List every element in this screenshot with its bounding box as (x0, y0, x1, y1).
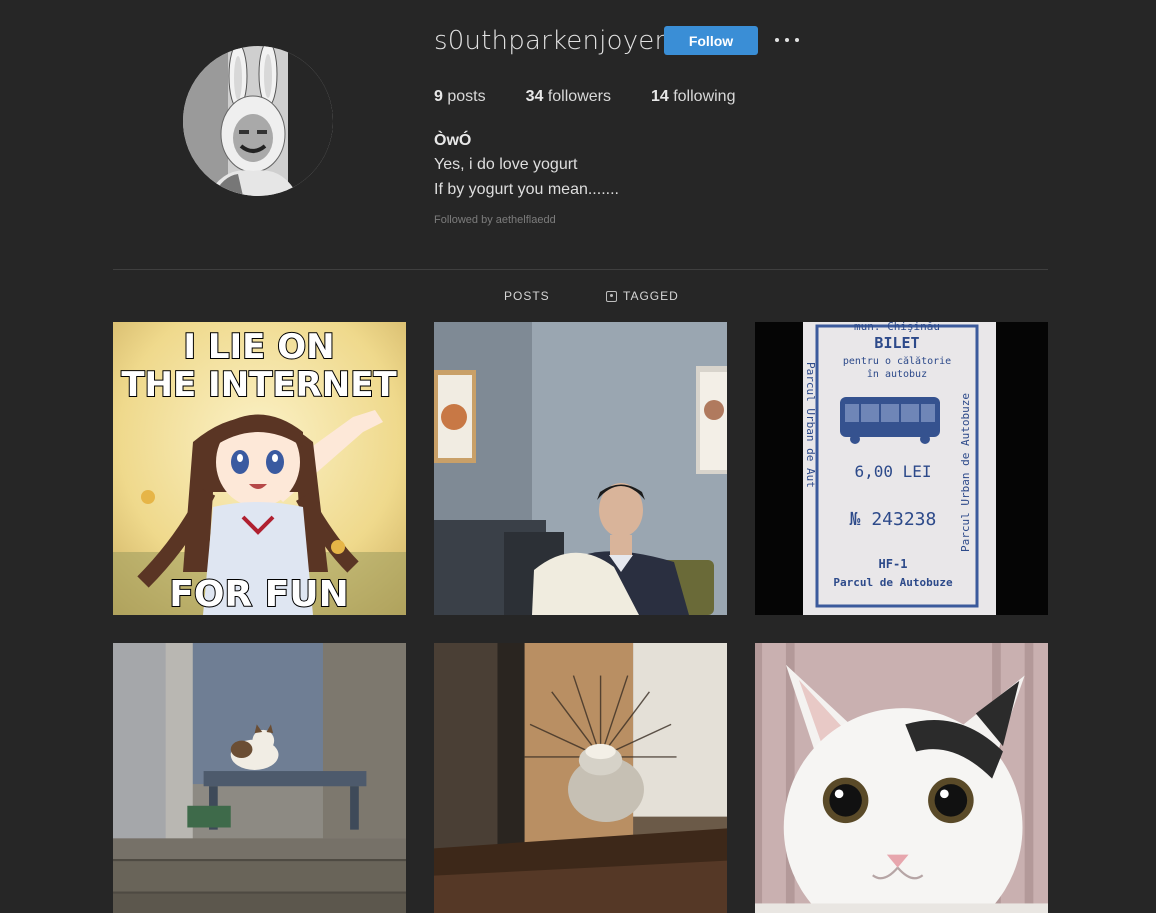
meme-top-text: THE INTERNET (121, 365, 397, 405)
bio-line: If by yogurt you mean....... (434, 181, 619, 198)
following-label: following (668, 88, 736, 105)
dot-icon (795, 38, 799, 42)
follow-button[interactable]: Follow (664, 26, 758, 55)
ticket-price: 6,00 LEI (854, 462, 931, 481)
tag-user-icon (606, 290, 617, 302)
post-thumbnail[interactable] (434, 322, 727, 615)
followed-by-text[interactable]: Followed by aethelflaedd (434, 214, 556, 226)
profile-username: s0uthparkenjoyer (434, 26, 666, 56)
ticket-side-text: Parcul Urban de Aut (804, 362, 817, 488)
more-horizontal-icon[interactable] (775, 30, 799, 50)
posts-count-label: posts (442, 88, 486, 105)
followers-link[interactable]: 34 followers (526, 88, 611, 106)
post-thumbnail[interactable]: mun. Chişinău BILET pentru o călătorie î… (755, 322, 1048, 615)
profile-avatar[interactable] (183, 46, 333, 196)
post-thumbnail[interactable] (113, 643, 406, 913)
profile-tabs: POSTS TAGGED (0, 289, 1156, 305)
followers-label: followers (543, 88, 611, 105)
following-count-value: 14 (650, 88, 669, 105)
ticket-series: HF-1 (879, 557, 908, 571)
post-thumbnail[interactable] (755, 643, 1048, 913)
ticket-sub: în autobuz (867, 368, 927, 380)
tab-posts-label: POSTS (504, 289, 550, 303)
bio-line: Yes, i do love yogurt (434, 156, 578, 173)
ticket-side-text: Parcul Urban de Autobuze (959, 393, 972, 552)
meme-bottom-text: FOR FUN (169, 574, 348, 615)
following-link[interactable]: 14 following (651, 88, 736, 106)
ticket-sub: pentru o călătorie (843, 355, 951, 367)
followers-count-value: 34 (525, 88, 544, 105)
ticket-number: № 243238 (850, 509, 937, 530)
tab-tagged[interactable]: TAGGED (606, 289, 679, 303)
profile-page: s0uthparkenjoyer Follow 9 posts 34 follo… (0, 0, 1156, 913)
section-divider (113, 269, 1048, 270)
meme-top-text: I LIE ON (183, 327, 334, 367)
post-thumbnail[interactable] (434, 643, 727, 913)
ticket-city: mun. Chişinău (854, 322, 940, 333)
ticket-title: BILET (874, 334, 919, 352)
posts-count: 9 posts (434, 88, 486, 106)
bio-display-name: ÒwÓ (434, 132, 472, 149)
posts-count-value: 9 (434, 88, 443, 105)
profile-stats: 9 posts 34 followers 14 following (434, 88, 775, 106)
dot-icon (775, 38, 779, 42)
tab-tagged-label: TAGGED (623, 289, 679, 303)
ticket-footer: Parcul de Autobuze (833, 576, 953, 589)
post-thumbnail[interactable]: I LIE ON THE INTERNET FOR FUN (113, 322, 406, 615)
dot-icon (785, 38, 789, 42)
tab-posts[interactable]: POSTS (504, 289, 550, 303)
